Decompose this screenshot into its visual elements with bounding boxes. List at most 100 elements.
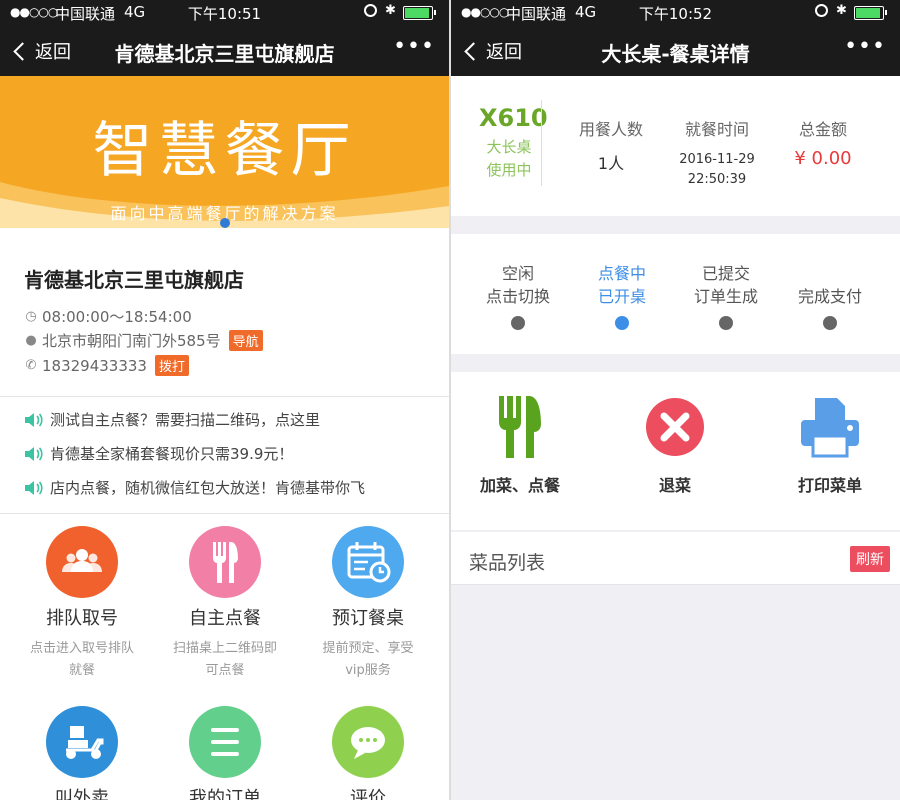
takeout-button[interactable]: 叫外卖 [7,706,157,800]
add-dish-button[interactable]: 加菜、点餐 [455,392,585,496]
grid-label: 我的订单 [189,788,261,800]
screenshot-root: ●●○○○ 中国联通 4G 下午10:51 ✱ 返回 肯德基北京三里屯旗舰店 •… [0,0,900,800]
shop-address-row: ● 北京市朝阳门南门外585号 导航 [24,330,263,351]
more-menu-button[interactable]: ••• [844,34,886,59]
table-state: 使用中 [486,161,532,179]
chat-icon [351,727,385,759]
step-line1: 已提交 [701,264,750,283]
circle [332,706,404,778]
refresh-button[interactable]: 刷新 [850,546,890,572]
reserve-table-button[interactable]: 预订餐桌 提前预定、享受vip服务 [293,526,443,682]
status-bar: ●●○○○ 中国联通 4G 下午10:52 ✱ [451,0,900,26]
table-detail-screen: ●●○○○ 中国联通 4G 下午10:52 ✱ 返回 大长桌-餐桌详情 ••• … [451,0,900,800]
battery-icon [854,6,887,20]
notice-text: 肯德基全家桶套餐现价只需39.9元！ [50,445,294,463]
more-menu-button[interactable]: ••• [393,34,435,59]
call-button[interactable]: 拨打 [154,355,189,376]
step-ordering[interactable]: 点餐中 已开桌 [570,262,674,330]
total-amount-stat: 总金额 ¥ 0.00 [768,116,878,169]
bluetooth-icon: ✱ [836,3,847,18]
step-dot [823,316,837,330]
step-line2: 点击切换 [485,287,550,306]
shop-hours: 08:00:00～18:54:00 [42,308,192,326]
shop-address: 北京市朝阳门南门外585号 [42,332,221,350]
speaker-icon [25,446,43,461]
clock-icon: ◷ [25,309,37,324]
circle [189,526,261,598]
shop-name: 肯德基北京三里屯旗舰店 [24,268,244,292]
notice-list: 测试自主点餐？需要扫描二维码，点这里 肯德基全家桶套餐现价只需39.9元！ 店内… [0,397,449,513]
divider [541,100,542,186]
circle [46,526,118,598]
shop-phone-row: ✆ 18329433333 拨打 [24,355,189,376]
notice-text: 测试自主点餐？需要扫描二维码，点这里 [50,411,321,429]
self-order-button[interactable]: 自主点餐 扫描桌上二维码即可点餐 [150,526,300,682]
phone-icon: ✆ [25,358,37,373]
notice-item[interactable]: 肯德基全家桶套餐现价只需39.9元！ [24,443,293,464]
fork-knife-icon [213,542,238,583]
calendar-icon [347,542,391,583]
circle [332,526,404,598]
bluetooth-icon: ✱ [385,3,396,18]
page-title: 肯德基北京三里屯旗舰店 [114,42,335,66]
my-orders-button[interactable]: 我的订单 [150,706,300,800]
location-pin-icon: ● [25,333,37,348]
list-icon [211,728,239,756]
nav-bar: 返回 肯德基北京三里屯旗舰店 ••• [0,26,449,76]
status-steps: 空闲 点击切换 点餐中 已开桌 已提交 订单生成 完成支付 [451,234,900,354]
restaurant-home-screen: ●●○○○ 中国联通 4G 下午10:51 ✱ 返回 肯德基北京三里屯旗舰店 •… [0,0,449,800]
total-amount: ¥ 0.00 [794,148,852,169]
queue-ticket-button[interactable]: 排队取号 点击进入取号排队就餐 [7,526,157,682]
return-dish-button[interactable]: 退菜 [610,392,740,496]
dish-list-title: 菜品列表 [469,552,546,574]
action-label: 加菜、点餐 [479,476,560,495]
navigate-button[interactable]: 导航 [228,330,263,351]
stat-value: 1人 [597,154,625,173]
scooter-icon [66,726,104,759]
table-name: 大长桌 [486,138,532,156]
action-bar: 加菜、点餐 退菜 打印菜单 [451,372,900,530]
speaker-icon [25,480,43,495]
speaker-icon [25,412,43,427]
grid-desc: 点击进入取号排队就餐 [29,641,134,678]
fork-knife-icon [499,396,541,458]
status-bar: ●●○○○ 中国联通 4G 下午10:51 ✱ [0,0,449,26]
step-line2: 已开桌 [597,287,646,306]
feature-grid: 排队取号 点击进入取号排队就餐 自主点餐 扫描桌上二维码即可点餐 预订餐桌 提前… [0,514,449,800]
print-menu-button[interactable]: 打印菜单 [765,392,895,496]
step-dot [511,316,525,330]
step-submitted[interactable]: 已提交 订单生成 [674,262,778,330]
rotation-lock-icon [815,4,828,17]
carousel-indicator[interactable] [220,218,230,228]
step-line1: 点餐中 [597,264,646,283]
step-dot [719,316,733,330]
step-line1: 空闲 [501,264,534,283]
grid-label: 评价 [350,788,386,800]
notice-item[interactable]: 店内点餐，随机微信红包大放送！肯德基带你飞 [24,477,365,498]
stat-label: 总金额 [798,120,847,139]
notice-item[interactable]: 测试自主点餐？需要扫描二维码，点这里 [24,409,320,430]
circle [46,706,118,778]
table-summary: X610 大长桌 使用中 用餐人数 1人 就餐时间 2016-11-29 22:… [451,76,900,216]
battery-icon [403,6,436,20]
nav-bar: 返回 大长桌-餐桌详情 ••• [451,26,900,76]
step-paid[interactable]: 完成支付 [778,285,882,330]
rotation-lock-icon [364,4,377,17]
grid-label: 叫外卖 [55,788,109,800]
status-time: 下午10:51 [187,5,262,23]
action-label: 退菜 [658,476,691,495]
promo-banner[interactable]: 智慧餐厅 面向中高端餐厅的解决方案 [0,76,449,228]
stat-label: 用餐人数 [578,120,643,139]
grid-label: 自主点餐 [189,608,261,629]
printer-icon [801,398,859,458]
notice-text: 店内点餐，随机微信红包大放送！肯德基带你飞 [50,479,366,497]
review-button[interactable]: 评价 [293,706,443,800]
shop-info: 肯德基北京三里屯旗舰店 ◷ 08:00:00～18:54:00 ● 北京市朝阳门… [0,228,449,396]
status-time: 下午10:52 [638,5,713,23]
step-line1: 完成支付 [797,287,862,306]
people-icon [62,549,102,572]
grid-desc: 提前预定、享受vip服务 [322,641,414,678]
step-dot [615,316,629,330]
step-idle[interactable]: 空闲 点击切换 [466,262,570,330]
table-code: X610 [479,104,548,132]
